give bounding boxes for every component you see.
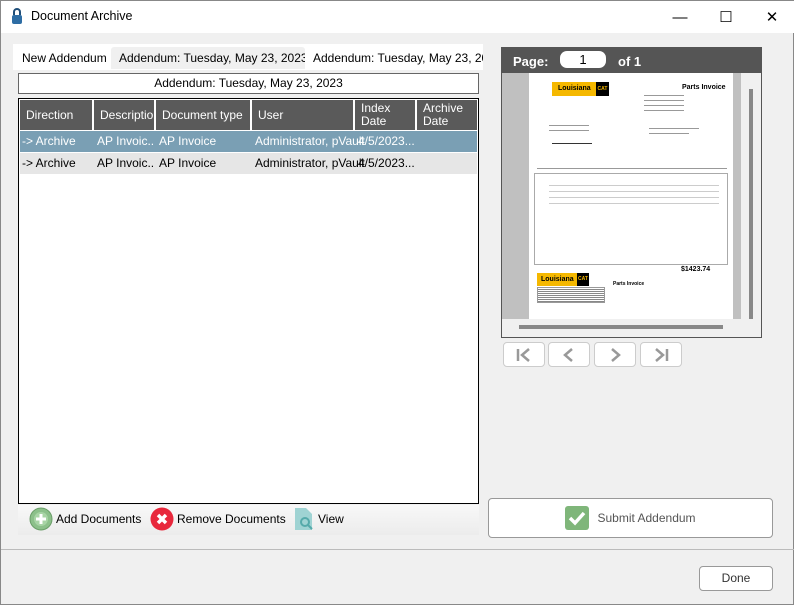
cell-direction: -> Archive bbox=[22, 156, 76, 170]
title-bar: Document Archive — ☐ ✕ bbox=[1, 1, 794, 33]
last-page-icon bbox=[655, 347, 669, 362]
tab-new-addendum[interactable]: New Addendum bbox=[14, 47, 115, 69]
submit-addendum-button[interactable]: Submit Addendum bbox=[488, 498, 773, 538]
invoice-title: Parts Invoice bbox=[682, 84, 726, 91]
page-number-input[interactable]: 1 bbox=[560, 51, 606, 68]
cell-user: Administrator, pVault bbox=[255, 134, 365, 148]
divider bbox=[1, 549, 794, 550]
tab-addendum-2[interactable]: Addendum: Tuesday, May 23, 2023 bbox=[305, 47, 483, 69]
company-logo: Louisiana CAT bbox=[552, 82, 609, 96]
column-header-direction[interactable]: Direction bbox=[20, 100, 94, 130]
previous-page-icon bbox=[563, 347, 573, 362]
view-button[interactable]: View bbox=[293, 507, 344, 531]
submit-addendum-label: Submit Addendum bbox=[597, 511, 696, 525]
next-page-icon bbox=[611, 347, 621, 362]
first-page-button[interactable] bbox=[503, 342, 545, 367]
vertical-scrollbar[interactable] bbox=[741, 73, 761, 319]
done-button[interactable]: Done bbox=[699, 566, 773, 591]
cell-user: Administrator, pVault bbox=[255, 156, 365, 170]
line-items-table bbox=[534, 173, 728, 265]
last-page-button[interactable] bbox=[640, 342, 682, 367]
cell-index-date: 4/5/2023... bbox=[358, 156, 415, 170]
close-button[interactable]: ✕ bbox=[749, 1, 794, 33]
company-logo-footer: Louisiana CAT bbox=[537, 273, 589, 286]
column-header-user[interactable]: User bbox=[252, 100, 355, 130]
page-bar: Page: 1 of 1 bbox=[502, 48, 761, 73]
column-header-description[interactable]: Description bbox=[94, 100, 160, 130]
next-page-button[interactable] bbox=[594, 342, 636, 367]
tab-addendum-1[interactable]: Addendum: Tuesday, May 23, 2023 bbox=[111, 47, 305, 69]
first-page-icon bbox=[516, 347, 530, 362]
page-count: of 1 bbox=[618, 54, 642, 69]
cell-document-type: AP Invoice bbox=[159, 156, 217, 170]
cell-index-date: 4/5/2023... bbox=[358, 134, 415, 148]
remove-documents-label: Remove Documents bbox=[177, 512, 286, 526]
add-documents-button[interactable]: Add Documents bbox=[29, 507, 141, 531]
document-page: Louisiana CAT Parts Invoice $1423.74 Loui… bbox=[529, 73, 733, 319]
add-documents-label: Add Documents bbox=[56, 512, 142, 526]
scroll-thumb[interactable] bbox=[519, 325, 723, 329]
maximize-button[interactable]: ☐ bbox=[703, 1, 749, 33]
remove-icon bbox=[150, 507, 174, 531]
remove-documents-button[interactable]: Remove Documents bbox=[150, 507, 286, 531]
table-row[interactable]: -> Archive AP Invoic... AP Invoice Admin… bbox=[20, 131, 477, 152]
column-header-index-date[interactable]: Index Date bbox=[355, 100, 417, 130]
window-title: Document Archive bbox=[31, 9, 133, 23]
column-header-archive-date[interactable]: Archive Date bbox=[417, 100, 477, 130]
checkmark-icon bbox=[565, 506, 590, 530]
documents-grid: Direction Description Document type User… bbox=[18, 98, 479, 504]
cell-direction: -> Archive bbox=[22, 134, 76, 148]
cell-document-type: AP Invoice bbox=[159, 134, 217, 148]
addendum-header: Addendum: Tuesday, May 23, 2023 bbox=[18, 73, 479, 94]
horizontal-scrollbar[interactable] bbox=[502, 319, 741, 337]
cell-description: AP Invoic... bbox=[97, 134, 155, 148]
footer-invoice-title: Parts Invoice bbox=[613, 281, 645, 287]
page-label: Page: bbox=[513, 54, 549, 69]
scroll-thumb[interactable] bbox=[749, 89, 753, 319]
lock-icon bbox=[11, 8, 23, 28]
document-preview: Page: 1 of 1 Louisiana CAT Parts Invoice … bbox=[501, 47, 762, 338]
minimize-button[interactable]: — bbox=[657, 1, 703, 33]
cell-description: AP Invoic... bbox=[97, 156, 155, 170]
invoice-total: $1423.74 bbox=[681, 266, 711, 273]
view-document-icon bbox=[295, 508, 313, 530]
view-label: View bbox=[318, 512, 344, 526]
page-viewport: Louisiana CAT Parts Invoice $1423.74 Loui… bbox=[502, 73, 741, 319]
table-row[interactable]: -> Archive AP Invoic... AP Invoice Admin… bbox=[20, 153, 477, 174]
add-icon bbox=[29, 507, 53, 531]
previous-page-button[interactable] bbox=[548, 342, 590, 367]
column-header-document-type[interactable]: Document type bbox=[156, 100, 252, 130]
